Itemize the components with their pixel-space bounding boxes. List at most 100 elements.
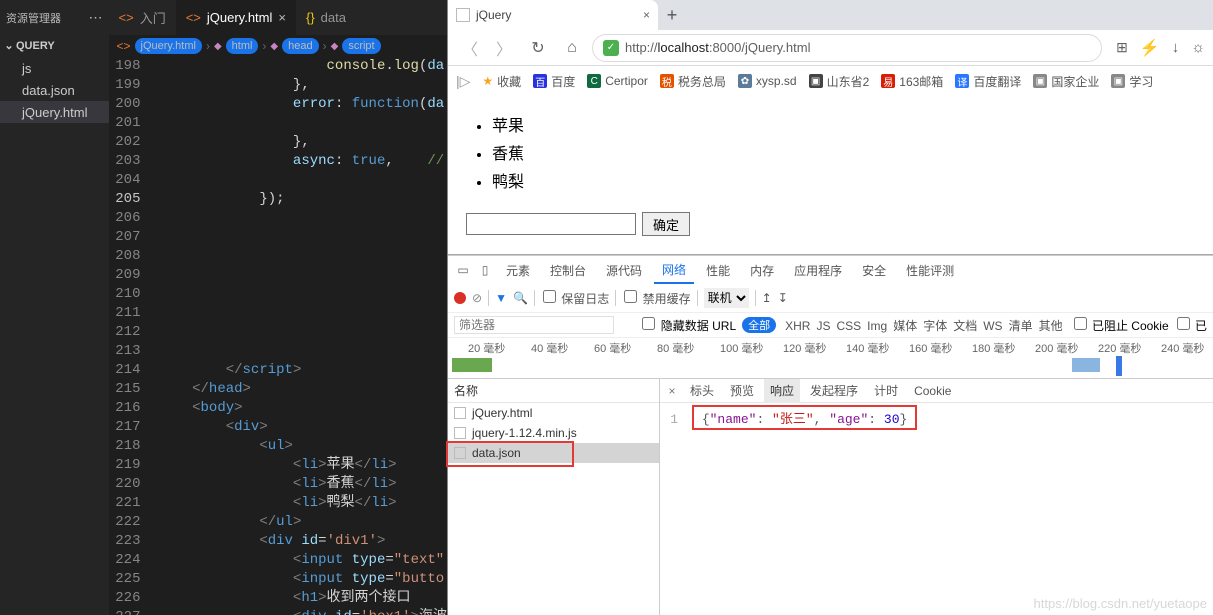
editor-tab[interactable]: <>jQuery.html× — [176, 0, 296, 35]
preserve-log-checkbox[interactable]: 保留日志 — [541, 290, 609, 307]
file-tree-item[interactable]: jQuery.html — [0, 101, 109, 123]
bookmark-item[interactable]: ✿xysp.sd — [738, 74, 797, 88]
indent-icon[interactable]: |▷ — [456, 73, 470, 90]
bookmark-item[interactable]: CCertipor — [587, 74, 648, 88]
blocked-cookies-checkbox[interactable]: 已阻止 Cookie — [1072, 317, 1169, 334]
type-filter[interactable]: CSS — [833, 319, 864, 333]
devtools-tab[interactable]: 网络 — [654, 256, 694, 284]
response-body[interactable]: 1 {"name": "张三", "age": 30} — [660, 403, 1213, 615]
settings-icon[interactable]: ☼ — [1191, 39, 1205, 56]
reload-button[interactable]: ↻ — [524, 34, 552, 62]
bookmark-item[interactable]: 百百度 — [533, 73, 575, 90]
detail-tab[interactable]: 发起程序 — [804, 379, 864, 403]
type-filter[interactable]: 文档 — [950, 319, 980, 333]
bookmark-item[interactable]: 税税务总局 — [660, 73, 726, 90]
device-icon[interactable]: ▯ — [476, 261, 494, 279]
request-row[interactable]: jQuery.html — [448, 403, 659, 423]
detail-tab[interactable]: 计时 — [868, 379, 904, 403]
project-root[interactable]: ⌄ QUERY — [0, 35, 109, 57]
devtools-tab[interactable]: 源代码 — [598, 256, 650, 284]
bookmark-item[interactable]: 译百度翻译 — [955, 73, 1021, 90]
type-filter[interactable]: 其他 — [1036, 319, 1066, 333]
back-button[interactable]: 〈 — [456, 34, 484, 62]
throttling-select[interactable]: 联机 — [704, 288, 749, 308]
bookmark-item[interactable]: ▣山东省2 — [809, 73, 870, 90]
type-filter[interactable]: WS — [980, 319, 1005, 333]
breadcrumb-item[interactable]: head — [282, 38, 318, 54]
close-icon[interactable]: × — [278, 10, 286, 25]
bookmark-item[interactable]: 易163邮箱 — [881, 73, 943, 90]
devtools-tab[interactable]: 内存 — [742, 256, 782, 284]
devtools-tab[interactable]: 元素 — [498, 256, 538, 284]
devtools-tab[interactable]: 性能评测 — [898, 256, 962, 284]
search-icon[interactable]: 🔍 — [513, 291, 528, 305]
blocked-more-checkbox[interactable]: 已 — [1175, 317, 1207, 334]
file-tree-item[interactable]: js — [0, 57, 109, 79]
inspect-icon[interactable]: ▭ — [454, 261, 472, 279]
filter-all-pill[interactable]: 全部 — [742, 317, 776, 333]
hide-dataurl-checkbox[interactable]: 隐藏数据 URL — [640, 317, 736, 334]
favicon: ▣ — [809, 74, 823, 88]
forward-button[interactable]: 〉 — [490, 34, 518, 62]
fast-icon[interactable]: ⚡ — [1140, 38, 1160, 58]
type-filter[interactable]: Img — [864, 319, 890, 333]
more-icon[interactable]: ⋯ — [89, 9, 103, 26]
file-tree-item[interactable]: data.json — [0, 79, 109, 101]
star-icon: ★ — [482, 74, 493, 88]
bookmarks-bar: |▷ ★收藏百百度 CCertipor 税税务总局 ✿xysp.sd ▣山东省2 易163… — [448, 66, 1213, 96]
html-icon: <> — [186, 10, 201, 25]
favicon: 译 — [955, 74, 969, 88]
annotation-box: {"name": "张三", "age": 30} — [692, 405, 918, 430]
devtools-tab[interactable]: 安全 — [854, 256, 894, 284]
filter-icon[interactable]: ▼ — [495, 291, 507, 305]
clear-icon[interactable]: ⊘ — [472, 291, 482, 305]
line-number: 224 — [109, 551, 159, 570]
devtools-tab[interactable]: 应用程序 — [786, 256, 850, 284]
upload-icon[interactable]: ↥ — [762, 291, 772, 305]
qr-icon[interactable]: ⊞ — [1116, 39, 1128, 56]
url-bar[interactable]: ✓ http://localhost:8000/jQuery.html — [592, 34, 1102, 62]
download-icon[interactable]: ↓ — [1172, 39, 1180, 56]
line-number: 210 — [109, 285, 159, 304]
devtools-tab[interactable]: 控制台 — [542, 256, 594, 284]
filter-input[interactable] — [454, 316, 614, 334]
close-icon[interactable]: × — [643, 8, 650, 22]
detail-tab[interactable]: 响应 — [764, 379, 800, 403]
home-button[interactable]: ⌂ — [558, 34, 586, 62]
download-har-icon[interactable]: ↧ — [778, 291, 788, 305]
detail-tab[interactable]: 标头 — [684, 379, 720, 403]
editor-tab[interactable]: <>入门 — [109, 0, 176, 35]
browser: jQuery × + 〈 〉 ↻ ⌂ ✓ http://localhost:80… — [447, 0, 1213, 615]
editor-tab[interactable]: {}data — [296, 0, 356, 35]
record-button[interactable] — [454, 292, 466, 304]
line-number: 213 — [109, 342, 159, 361]
breadcrumb[interactable]: <>jQuery.html›◆html›◆head›◆script — [109, 35, 448, 57]
detail-tab[interactable]: 预览 — [724, 379, 760, 403]
type-filter[interactable]: JS — [813, 319, 833, 333]
type-filter[interactable]: 字体 — [920, 319, 950, 333]
breadcrumb-item[interactable]: html — [226, 38, 259, 54]
breadcrumb-item[interactable]: script — [342, 38, 380, 54]
network-timeline[interactable]: 20 毫秒40 毫秒60 毫秒80 毫秒100 毫秒120 毫秒140 毫秒16… — [448, 338, 1213, 378]
request-row[interactable]: jquery-1.12.4.min.js — [448, 423, 659, 443]
disable-cache-checkbox[interactable]: 禁用缓存 — [622, 290, 690, 307]
favicon: ▣ — [1111, 74, 1125, 88]
devtools-tab[interactable]: 性能 — [698, 256, 738, 284]
text-input[interactable] — [466, 213, 636, 235]
close-detail-icon[interactable]: × — [664, 384, 680, 398]
new-tab-button[interactable]: + — [658, 1, 686, 29]
bookmark-item[interactable]: ★收藏 — [482, 73, 521, 90]
bookmark-item[interactable]: ▣学习 — [1111, 73, 1153, 90]
request-row[interactable]: data.json — [448, 443, 659, 463]
detail-tab[interactable]: Cookie — [908, 379, 957, 403]
browser-tab[interactable]: jQuery × — [448, 0, 658, 30]
type-filter[interactable]: 媒体 — [890, 319, 920, 333]
breadcrumb-item[interactable]: jQuery.html — [135, 38, 202, 54]
line-number: 221 — [109, 494, 159, 513]
type-filter[interactable]: 清单 — [1006, 319, 1036, 333]
type-filter[interactable]: XHR — [782, 319, 813, 333]
bookmark-item[interactable]: ▣国家企业 — [1033, 73, 1099, 90]
code-editor[interactable]: 198 console.log(da199 },200 error: funct… — [109, 57, 448, 615]
submit-button[interactable]: 确定 — [642, 212, 690, 236]
name-column-header[interactable]: 名称 — [448, 379, 659, 403]
